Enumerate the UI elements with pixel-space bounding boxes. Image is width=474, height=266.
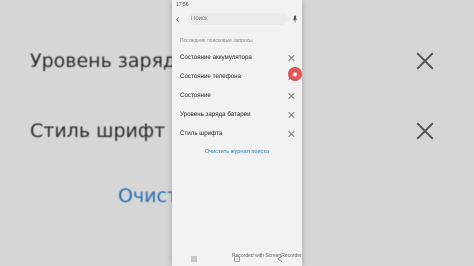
mic-icon[interactable] bbox=[292, 15, 298, 23]
history-item[interactable]: Состояние аккумулятора bbox=[172, 48, 302, 67]
close-icon[interactable] bbox=[288, 93, 294, 99]
history-item-label: Состояние bbox=[180, 92, 211, 99]
history-item-label: Состояние телефона bbox=[180, 73, 242, 80]
history-item[interactable]: Состояние телефона bbox=[172, 67, 302, 86]
close-icon[interactable] bbox=[288, 131, 294, 137]
search-box[interactable] bbox=[188, 13, 288, 25]
history-item-label: Состояние аккумулятора bbox=[180, 54, 252, 61]
history-item-label: Уровень заряда батареи bbox=[180, 111, 251, 118]
history-item[interactable]: Состояние bbox=[172, 86, 302, 105]
close-icon[interactable] bbox=[288, 112, 294, 118]
recents-icon[interactable] bbox=[190, 255, 198, 263]
bg-row-text: Уровень заряд bbox=[30, 50, 177, 72]
phone-screen: 17:56 ‹ Последние поисковые запросы Сост… bbox=[172, 0, 302, 266]
recorder-watermark: Recorded with ScreenRecorder bbox=[232, 253, 302, 259]
close-icon[interactable] bbox=[288, 55, 294, 61]
history-item[interactable]: Стиль шрифта bbox=[172, 124, 302, 143]
history-item-label: Стиль шрифта bbox=[180, 130, 223, 137]
search-input[interactable] bbox=[191, 16, 285, 22]
bg-close-icon bbox=[416, 52, 434, 70]
status-bar: 17:56 bbox=[172, 0, 302, 10]
bg-close-icon bbox=[416, 122, 434, 140]
history-item[interactable]: Уровень заряда батареи bbox=[172, 105, 302, 124]
recent-searches-title: Последние поисковые запросы bbox=[180, 38, 253, 44]
bg-row-text: Стиль шрифт bbox=[30, 120, 166, 142]
back-arrow-icon[interactable]: ‹ bbox=[176, 14, 184, 25]
status-time: 17:56 bbox=[176, 2, 189, 8]
clear-history-link[interactable]: Очистить журнал поиска bbox=[172, 143, 302, 155]
search-row: ‹ bbox=[172, 10, 302, 28]
record-indicator-icon[interactable]: ◉ bbox=[288, 67, 302, 81]
